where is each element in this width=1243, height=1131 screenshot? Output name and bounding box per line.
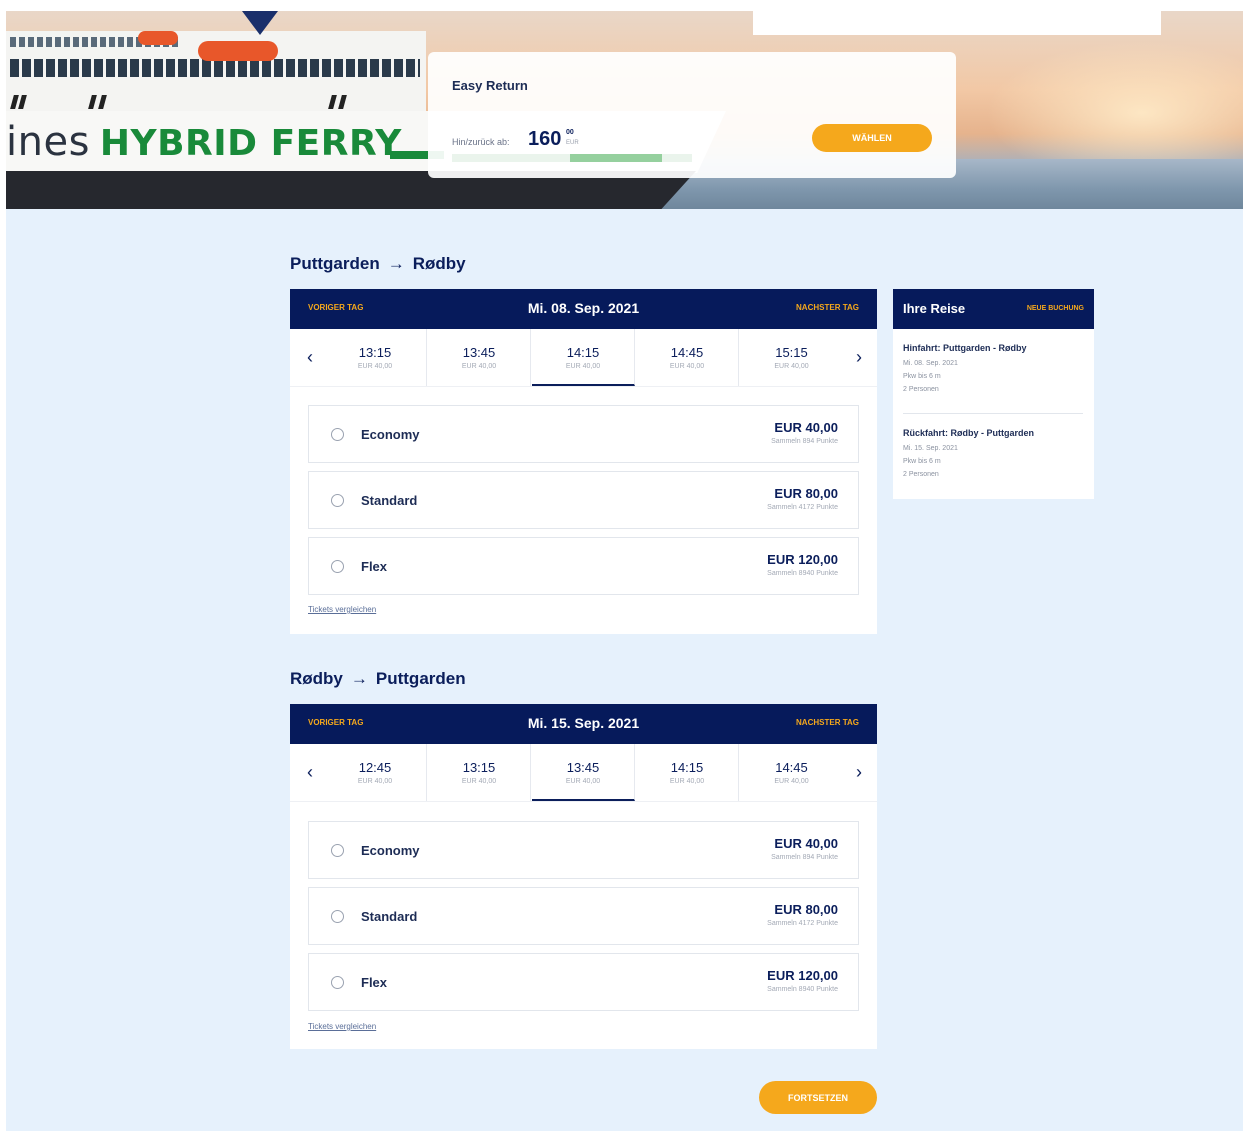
time-slot[interactable]: 13:15 EUR 40,00 [324, 329, 427, 386]
arrow-right-icon: → [350, 669, 368, 688]
continue-button[interactable]: FORTSETZEN [759, 1081, 877, 1114]
chevron-right-icon[interactable]: › [849, 347, 869, 368]
compare-tickets-link[interactable]: Tickets vergleichen [308, 605, 376, 614]
compare-tickets-link[interactable]: Tickets vergleichen [308, 1022, 376, 1031]
fare-option-standard[interactable]: Standard EUR 80,00 Sammeln 4172 Punkte [308, 471, 859, 529]
hero-banner: ines HYBRID FERRY Easy Return Hin/zurück … [6, 11, 1243, 209]
chevron-left-icon[interactable]: ‹ [300, 347, 320, 368]
trip-summary: Ihre Reise NEUE BUCHUNG Hinfahrt: Puttga… [893, 289, 1094, 499]
radio-unchecked-icon[interactable] [331, 976, 344, 989]
return-time-slots: ‹ 12:45 EUR 40,00 13:15 EUR 40,00 13:45 EUR… [290, 744, 877, 802]
time-slot-selected[interactable]: 14:15 EUR 40,00 [532, 329, 635, 386]
promo-price-currency: EUR [566, 140, 579, 146]
fare-option-flex[interactable]: Flex EUR 120,00 Sammeln 8940 Punkte [308, 953, 859, 1011]
outbound-time-slots: ‹ 13:15 EUR 40,00 13:45 EUR 40,00 14:15 EUR… [290, 329, 877, 387]
outbound-route-title: Puttgarden → Rødby [290, 254, 466, 273]
fare-option-economy[interactable]: Economy EUR 40,00 Sammeln 894 Punkte [308, 821, 859, 879]
return-date: Mi. 15. Sep. 2021 [527, 715, 640, 731]
return-card: VORIGER TAG Mi. 15. Sep. 2021 NACHSTER T… [290, 704, 877, 1049]
fare-option-standard[interactable]: Standard EUR 80,00 Sammeln 4172 Punkte [308, 887, 859, 945]
header-strip [753, 11, 1161, 35]
choose-button[interactable]: WÄHLEN [812, 124, 932, 152]
ferry-hull-lettering: ines HYBRID FERRY [6, 119, 402, 165]
radio-unchecked-icon[interactable] [331, 428, 344, 441]
next-day-link[interactable]: NACHSTER TAG [796, 303, 859, 312]
trip-summary-header: Ihre Reise NEUE BUCHUNG [893, 289, 1094, 329]
promo-price-cents: 00 [566, 129, 574, 136]
radio-unchecked-icon[interactable] [331, 844, 344, 857]
time-slot[interactable]: 12:45 EUR 40,00 [324, 744, 427, 801]
time-slot[interactable]: 15:15 EUR 40,00 [740, 329, 843, 386]
outbound-leg-summary: Hinfahrt: Puttgarden - Rødby Mi. 08. Sep… [903, 343, 1027, 393]
time-slot[interactable]: 13:15 EUR 40,00 [428, 744, 531, 801]
chevron-right-icon[interactable]: › [849, 762, 869, 783]
next-day-link[interactable]: NACHSTER TAG [796, 718, 859, 727]
trip-summary-title: Ihre Reise [903, 301, 966, 316]
return-day-bar: VORIGER TAG Mi. 15. Sep. 2021 NACHSTER T… [290, 704, 877, 744]
new-booking-link[interactable]: NEUE BUCHUNG [1027, 305, 1084, 312]
time-slot[interactable]: 14:45 EUR 40,00 [636, 329, 739, 386]
fare-option-economy[interactable]: Economy EUR 40,00 Sammeln 894 Punkte [308, 405, 859, 463]
return-leg-summary: Rückfahrt: Rødby - Puttgarden Mi. 15. Se… [903, 428, 1035, 478]
radio-unchecked-icon[interactable] [331, 560, 344, 573]
promo-title: Easy Return [452, 78, 528, 93]
radio-unchecked-icon[interactable] [331, 494, 344, 507]
return-route-title: Rødby → Puttgarden [290, 669, 466, 688]
outbound-card: VORIGER TAG Mi. 08. Sep. 2021 NACHSTER T… [290, 289, 877, 634]
fare-option-flex[interactable]: Flex EUR 120,00 Sammeln 8940 Punkte [308, 537, 859, 595]
chevron-left-icon[interactable]: ‹ [300, 762, 320, 783]
radio-unchecked-icon[interactable] [331, 910, 344, 923]
time-slot[interactable]: 14:45 EUR 40,00 [740, 744, 843, 801]
arrow-right-icon: → [387, 254, 405, 273]
sunset-glow [986, 41, 1243, 161]
promo-from-label: Hin/zurück ab: [452, 137, 510, 147]
time-slot-selected[interactable]: 13:45 EUR 40,00 [532, 744, 635, 801]
outbound-day-bar: VORIGER TAG Mi. 08. Sep. 2021 NACHSTER T… [290, 289, 877, 329]
easy-return-promo: Easy Return Hin/zurück ab: 160 00 EUR WÄ… [428, 52, 956, 178]
promo-price: 160 [528, 128, 562, 150]
outbound-date: Mi. 08. Sep. 2021 [527, 300, 640, 316]
time-slot[interactable]: 13:45 EUR 40,00 [428, 329, 531, 386]
divider [903, 413, 1083, 414]
time-slot[interactable]: 14:15 EUR 40,00 [636, 744, 739, 801]
